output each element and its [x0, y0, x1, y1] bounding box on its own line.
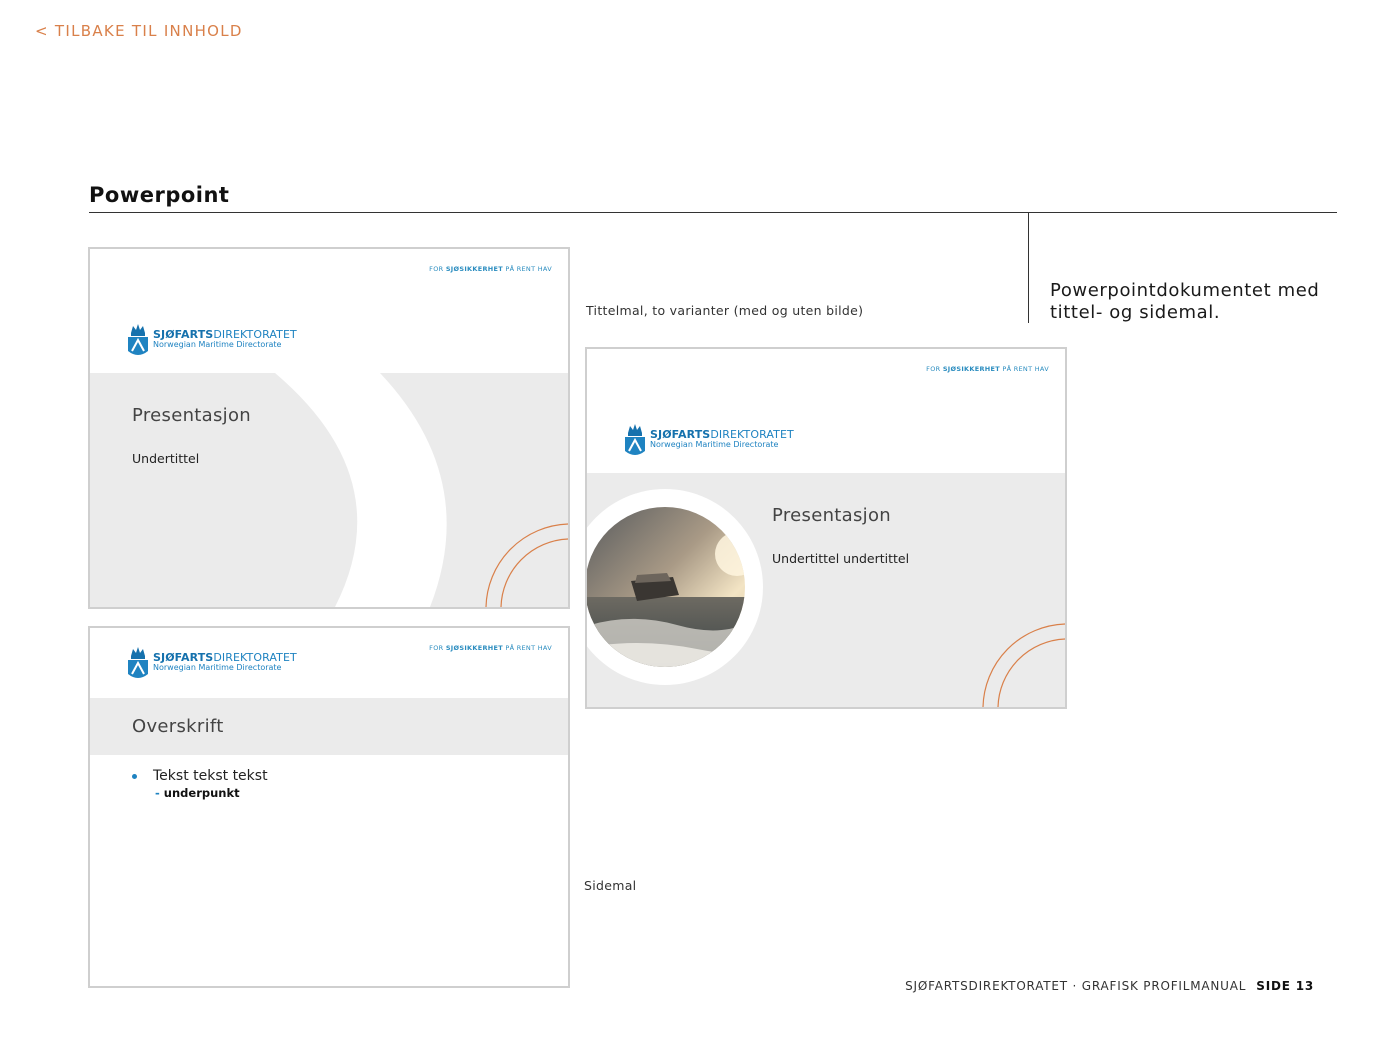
- crown-shield-icon: [128, 647, 148, 678]
- brand-tagline: FOR SJØSIKKERHET PÅ RENT HAV: [429, 265, 552, 273]
- title-slide-image-background: [587, 473, 1065, 707]
- section-title: Powerpoint: [89, 183, 230, 207]
- slide-title: Presentasjon: [772, 505, 891, 526]
- slide-subtitle: Undertittel undertittel: [772, 551, 910, 566]
- brand-logo: SJØFARTSDIREKTORATET Norwegian Maritime …: [126, 644, 297, 682]
- title-slide-image: FOR SJØSIKKERHET PÅ RENT HAV SJØFARTSDIR…: [585, 347, 1067, 709]
- page-slide: FOR SJØSIKKERHET PÅ RENT HAV SJØFARTSDIR…: [88, 626, 570, 988]
- bullet-text: Tekst tekst tekst: [153, 768, 268, 784]
- page-number: SIDE 13: [1256, 979, 1314, 993]
- brand-logo: SJØFARTSDIREKTORATET Norwegian Maritime …: [126, 321, 297, 359]
- section-rule: [89, 212, 1337, 213]
- slide-title: Presentasjon: [132, 405, 251, 426]
- back-to-contents-link[interactable]: < TILBAKE TIL INNHOLD: [35, 22, 243, 40]
- brand-logo: SJØFARTSDIREKTORATET Norwegian Maritime …: [623, 421, 794, 459]
- crown-shield-icon: [128, 324, 148, 355]
- slide-heading: Overskrift: [132, 716, 224, 737]
- section-intro: Powerpointdokumentet med tittel- og side…: [1050, 280, 1320, 323]
- page-footer: SJØFARTSDIREKTORATET · GRAFISK PROFILMAN…: [905, 979, 1314, 993]
- bullet-dot-icon: [132, 774, 137, 779]
- bullet-item: Tekst tekst tekst: [132, 768, 268, 784]
- title-template-caption: Tittelmal, to varianter (med og uten bil…: [586, 303, 864, 318]
- crown-shield-icon: [625, 424, 645, 455]
- brand-tagline: FOR SJØSIKKERHET PÅ RENT HAV: [926, 365, 1049, 373]
- page-template-caption: Sidemal: [584, 878, 637, 893]
- title-slide-plain: FOR SJØSIKKERHET PÅ RENT HAV SJØFARTSDIR…: [88, 247, 570, 609]
- column-divider: [1028, 212, 1029, 323]
- brand-tagline: FOR SJØSIKKERHET PÅ RENT HAV: [429, 644, 552, 652]
- sub-bullet-item: - underpunkt: [155, 786, 240, 800]
- slide-subtitle: Undertittel: [132, 451, 200, 466]
- footer-text: SJØFARTSDIREKTORATET · GRAFISK PROFILMAN…: [905, 979, 1247, 993]
- title-slide-plain-background: [90, 373, 568, 607]
